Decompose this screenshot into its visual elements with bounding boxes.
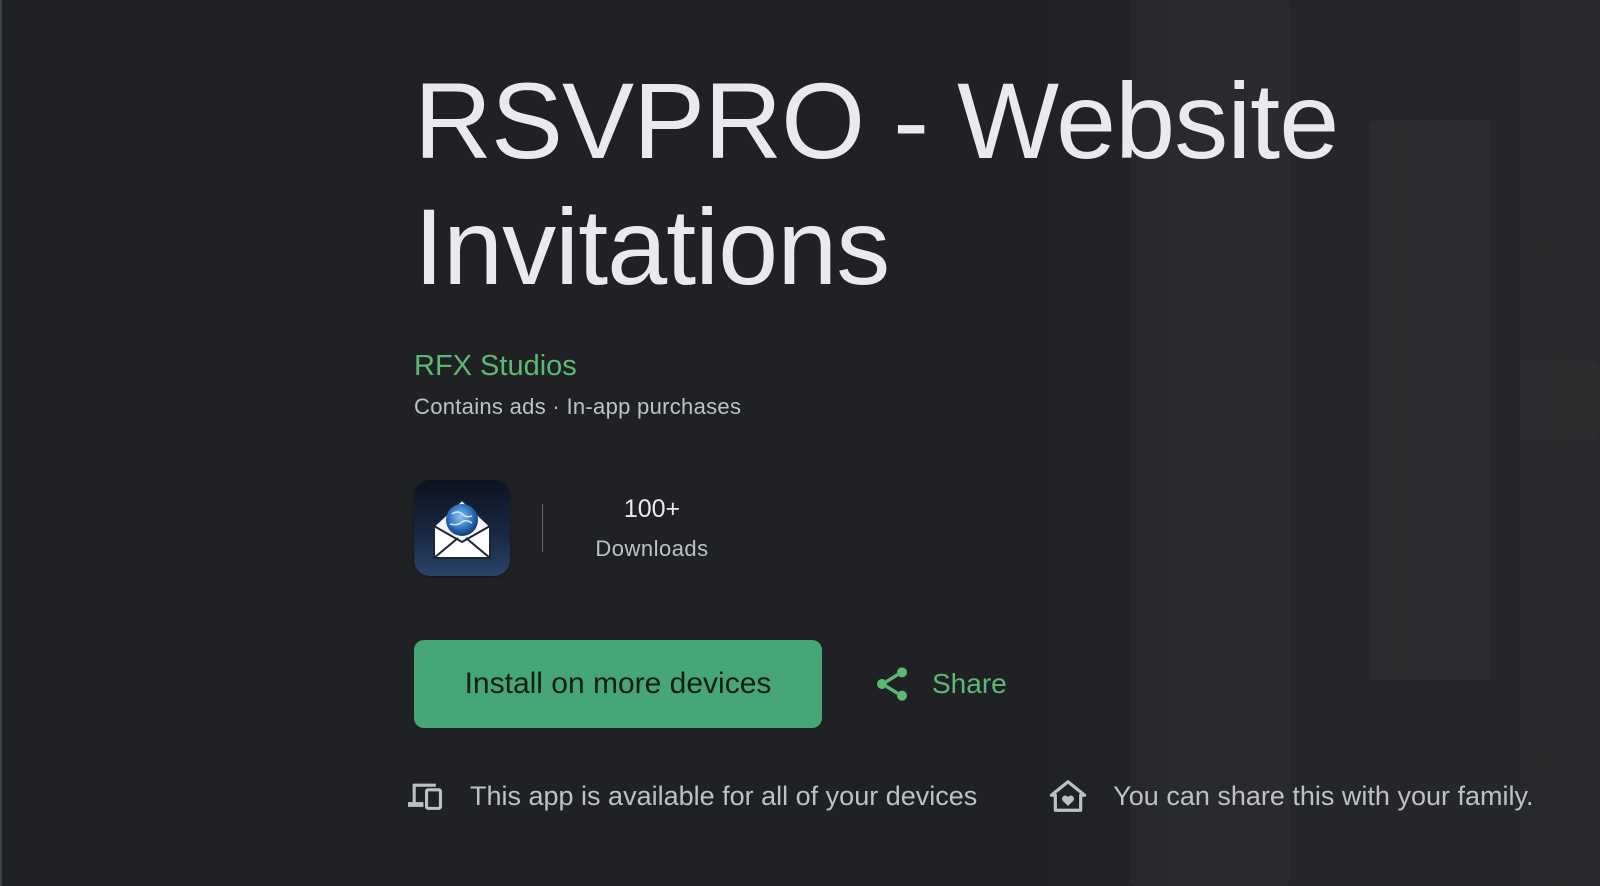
app-icon-graphic: [433, 498, 491, 559]
app-stats: 100+ Downloads: [414, 480, 715, 576]
share-icon: [877, 667, 907, 701]
app-meta-info: Contains ads · In-app purchases: [414, 394, 742, 419]
family-home-icon: [1050, 780, 1087, 812]
share-label: Share: [932, 668, 1007, 699]
devices-availability-text: This app is available for all of your de…: [470, 781, 978, 811]
action-bar: Install on more devices Share: [414, 640, 1007, 728]
window-left-edge: [0, 0, 2, 886]
devices-icon: [408, 783, 442, 810]
availability-info: This app is available for all of your de…: [406, 778, 1533, 814]
envelope-globe-icon: [414, 480, 510, 576]
hero-decor: [1520, 360, 1600, 440]
developer-link[interactable]: RFX Studios: [414, 348, 577, 384]
stat-divider: [542, 504, 543, 552]
downloads-count: 100+: [623, 495, 681, 523]
family-sharing-text: You can share this with your family.: [1113, 781, 1534, 811]
family-sharing-info: You can share this with your family.: [1049, 778, 1533, 814]
devices-availability: This app is available for all of your de…: [406, 779, 977, 813]
app-title: RSVPRO - Website Invitations: [414, 60, 1339, 307]
downloads-label: Downloads: [595, 536, 709, 561]
share-button[interactable]: Share: [872, 640, 1007, 728]
install-button[interactable]: Install on more devices: [414, 640, 822, 728]
downloads-stat: 100+ Downloads: [589, 493, 715, 563]
